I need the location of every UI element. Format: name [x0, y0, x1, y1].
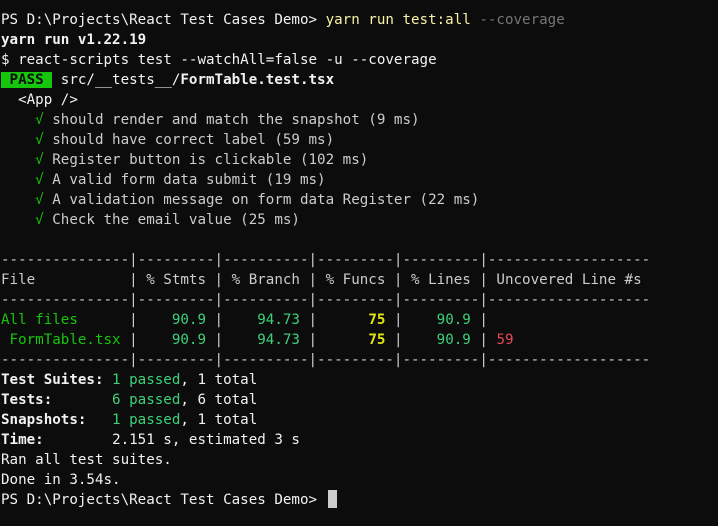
- command: yarn run test:all: [325, 12, 471, 28]
- summary-total: , 1 total: [180, 412, 258, 428]
- test-result: √ should have correct label (59 ms): [1, 130, 718, 150]
- prompt-line: PS D:\Projects\React Test Cases Demo> ya…: [1, 10, 718, 30]
- check-icon: √: [35, 172, 44, 188]
- yarn-version: yarn run v1.22.19: [1, 32, 147, 48]
- check-icon: √: [35, 132, 44, 148]
- ran-all-line: Ran all test suites.: [1, 452, 172, 468]
- summary-label: Time:: [1, 432, 44, 448]
- test-dir: src/__tests__/: [52, 72, 181, 88]
- prompt: PS D:\Projects\React Test Cases Demo>: [1, 492, 326, 508]
- summary-label: Tests:: [1, 392, 53, 408]
- test-name: Check the email value (25 ms): [52, 212, 300, 228]
- test-result: √ should render and match the snapshot (…: [1, 110, 718, 130]
- pass-badge: PASS: [1, 72, 53, 88]
- summary-time: Time: 2.151 s, estimated 3 s: [1, 430, 718, 450]
- test-file: FormTable.test.tsx: [180, 72, 335, 88]
- coverage-branch: 94.73: [257, 312, 300, 328]
- coverage-file: All files: [1, 312, 121, 328]
- summary-label: Snapshots:: [1, 412, 87, 428]
- coverage-uncovered: 59: [496, 332, 514, 348]
- pass-line: PASS src/__tests__/FormTable.test.tsx: [1, 70, 718, 90]
- coverage-separator: ---------------|---------|----------|---…: [1, 352, 651, 368]
- coverage-separator: ---------------|---------|----------|---…: [1, 252, 651, 268]
- test-name: A validation message on form data Regist…: [52, 192, 480, 208]
- test-name: A valid form data submit (19 ms): [52, 172, 326, 188]
- summary-total: , 1 total: [180, 372, 258, 388]
- coverage-row: All files | 90.9 | 94.73 | 75 | 90.9 |: [1, 312, 488, 328]
- summary-passed: 1 passed: [112, 412, 181, 428]
- coverage-lines: 90.9: [436, 332, 471, 348]
- coverage-header: File | % Stmts | % Branch | % Funcs | % …: [1, 272, 651, 288]
- coverage-stmts: 90.9: [171, 312, 207, 328]
- coverage-separator: ---------------|---------|----------|---…: [1, 292, 651, 308]
- test-result: √ A validation message on form data Regi…: [1, 190, 718, 210]
- check-icon: √: [35, 112, 44, 128]
- coverage-file: FormTable.tsx: [1, 332, 121, 348]
- suite-name: <App />: [1, 92, 78, 108]
- test-name: should have correct label (59 ms): [52, 132, 335, 148]
- prompt: PS D:\Projects\React Test Cases Demo>: [1, 12, 326, 28]
- coverage-funcs: 75: [368, 332, 386, 348]
- test-result: √ Check the email value (25 ms): [1, 210, 718, 230]
- summary-passed: 6 passed: [112, 392, 181, 408]
- summary-snapshots: Snapshots: 1 passed, 1 total: [1, 410, 718, 430]
- done-line: Done in 3.54s.: [1, 472, 121, 488]
- test-result: √ A valid form data submit (19 ms): [1, 170, 718, 190]
- command-flag: --coverage: [470, 12, 565, 28]
- coverage-branch: 94.73: [257, 332, 300, 348]
- prompt-line[interactable]: PS D:\Projects\React Test Cases Demo>: [1, 490, 718, 510]
- exec-line: $ react-scripts test --watchAll=false -u…: [1, 52, 437, 68]
- test-name: should render and match the snapshot (9 …: [52, 112, 420, 128]
- coverage-row: FormTable.tsx | 90.9 | 94.73 | 75 | 90.9…: [1, 332, 514, 348]
- test-name: Register button is clickable (102 ms): [52, 152, 369, 168]
- check-icon: √: [35, 152, 44, 168]
- check-icon: √: [35, 212, 44, 228]
- summary-total: , 6 total: [180, 392, 258, 408]
- summary-time-value: 2.151 s, estimated 3 s: [112, 432, 300, 448]
- cursor-icon: [327, 490, 337, 508]
- coverage-funcs: 75: [368, 312, 386, 328]
- terminal-window[interactable]: PS D:\Projects\React Test Cases Demo> ya…: [0, 0, 718, 526]
- summary-suites: Test Suites: 1 passed, 1 total: [1, 370, 718, 390]
- test-result: √ Register button is clickable (102 ms): [1, 150, 718, 170]
- coverage-lines: 90.9: [436, 312, 471, 328]
- summary-label: Test Suites:: [1, 372, 104, 388]
- summary-tests: Tests: 6 passed, 6 total: [1, 390, 718, 410]
- summary-passed: 1 passed: [112, 372, 181, 388]
- check-icon: √: [35, 192, 44, 208]
- coverage-stmts: 90.9: [171, 332, 207, 348]
